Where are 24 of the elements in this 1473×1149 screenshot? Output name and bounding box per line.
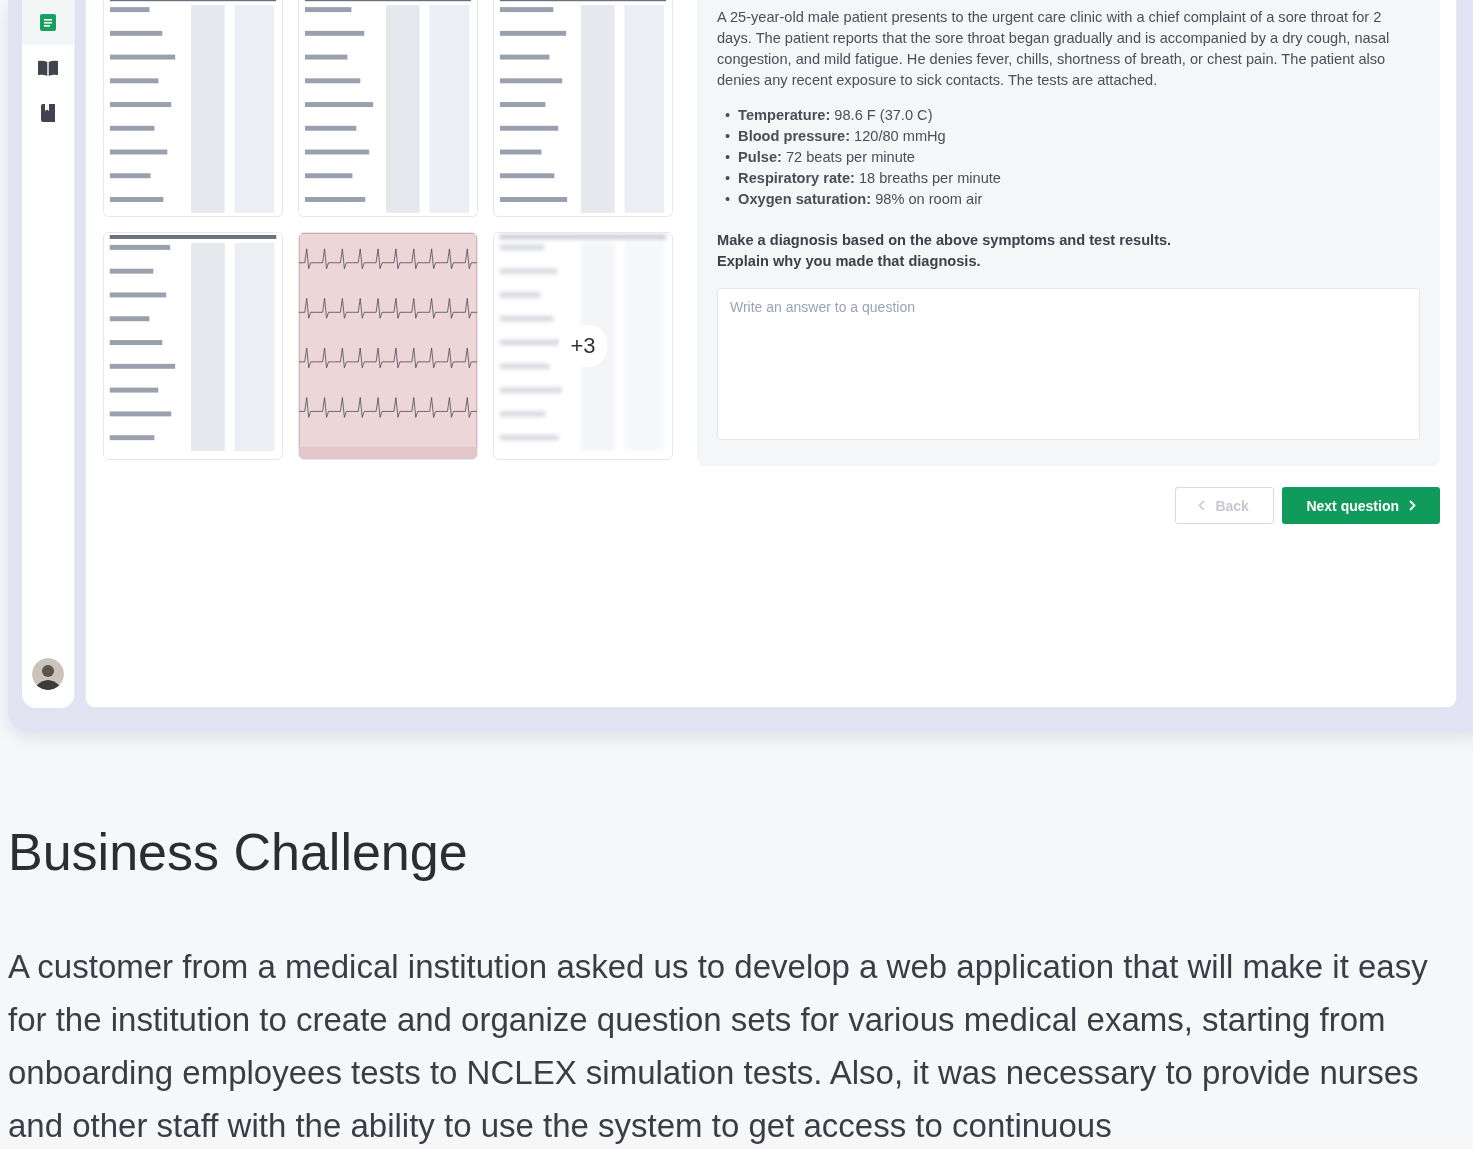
avatar[interactable] [32,658,64,690]
bullet: • [725,148,731,167]
question-text: A 25-year-old male patient presents to the urgent care clinic with a chief complaint of a sore throat for 2 days. The patient reports that the sore throat began gradually and is accompanied by a dry cough, nasal congestion, and mild fatigue. He denies fever, chills, shortness of breath, or chest pain. The patient also denies any recent exposure to sick contacts. The tests are attached. [717,8,1391,90]
more-count: +3 [558,325,608,367]
vital-sign: Pulse: 72 beats per minute [738,148,915,167]
vital-sign: Blood pressure: 120/80 mmHg [738,127,946,146]
bullet: • [725,169,731,188]
bullet: • [725,190,731,209]
section-paragraph: A customer from a medical institution asked us to develop a web application that will make it easy for the institution to create and organize question sets for various medical exams, starting from onboarding employees tests to NCLEX simulation tests. Also, it was necessary to provide nurses and other staff with the ability to use the system to get access to continuous [8,947,1429,1146]
book-icon [41,103,55,122]
bullet: • [725,106,731,125]
document-icon [40,14,56,31]
chevron-right-icon [1409,500,1416,511]
vital-sign: Respiratory rate: 18 breaths per minute [738,169,1001,188]
bullet: • [725,127,731,146]
chevron-left-icon [1198,500,1206,511]
vital-sign: Oxygen saturation: 98% on room air [738,190,983,209]
section-heading: Business Challenge [8,822,469,882]
answer-field[interactable]: Write an answer to a question [717,288,1420,440]
task-text: Explain why you made that diagnosis. [717,252,982,271]
vital-sign: Temperature: 98.6 F (37.0 C) [738,106,933,125]
task-text: Make a diagnosis based on the above symptoms and test results. [717,231,1173,250]
open-book-icon [38,59,58,76]
next-button[interactable]: Next question [1282,487,1440,524]
